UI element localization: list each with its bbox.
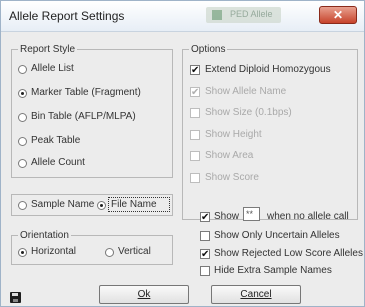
checkbox-extend-diploid[interactable]: ✔ bbox=[190, 65, 200, 76]
checkbox-extend-diploid-label[interactable]: Extend Diploid Homozygous bbox=[205, 64, 331, 76]
cancel-button-label: Cancel bbox=[240, 289, 272, 300]
radio-allele-count-label[interactable]: Allele Count bbox=[31, 157, 85, 169]
radio-peak-table[interactable] bbox=[18, 137, 27, 146]
checkbox-show-height bbox=[190, 130, 200, 140]
close-button[interactable]: ✕ bbox=[319, 6, 357, 24]
orientation-legend: Orientation bbox=[18, 230, 71, 241]
checkbox-only-uncertain[interactable] bbox=[200, 231, 210, 241]
allele-report-settings-dialog: Allele Report Settings PED Allele ✕ Repo… bbox=[0, 0, 365, 307]
radio-vertical-label[interactable]: Vertical bbox=[118, 246, 151, 258]
checkbox-rejected-low-score[interactable]: ✔ bbox=[200, 249, 210, 260]
report-style-legend: Report Style bbox=[18, 44, 78, 55]
options-legend: Options bbox=[189, 44, 228, 55]
checkbox-only-uncertain-label[interactable]: Show Only Uncertain Alleles bbox=[214, 230, 340, 242]
cancel-button[interactable]: Cancel bbox=[211, 285, 301, 304]
no-call-text-input[interactable]: ** bbox=[243, 207, 260, 221]
save-icon[interactable] bbox=[10, 292, 21, 303]
checkbox-show-size-label: Show Size (0.1bps) bbox=[205, 107, 292, 118]
app-icon bbox=[212, 10, 222, 20]
radio-allele-list-label[interactable]: Allele List bbox=[31, 63, 74, 75]
checkbox-show-area bbox=[190, 151, 200, 161]
background-window-title: PED Allele bbox=[206, 7, 281, 23]
checkbox-show-height-label: Show Height bbox=[205, 129, 262, 140]
radio-vertical[interactable] bbox=[105, 248, 114, 257]
radio-bin-table-label[interactable]: Bin Table (AFLP/MLPA) bbox=[31, 111, 136, 123]
radio-marker-table[interactable] bbox=[18, 89, 27, 98]
radio-file-name[interactable] bbox=[97, 201, 106, 210]
radio-bin-table[interactable] bbox=[18, 113, 27, 122]
checkbox-show-allele-name-label: Show Allele Name bbox=[205, 86, 287, 97]
show-no-call-label[interactable]: Show bbox=[214, 211, 239, 223]
radio-sample-name[interactable] bbox=[18, 201, 27, 210]
ok-button[interactable]: Ok bbox=[99, 285, 189, 304]
radio-horizontal[interactable] bbox=[18, 248, 27, 257]
radio-horizontal-label[interactable]: Horizontal bbox=[31, 246, 76, 258]
radio-peak-table-label[interactable]: Peak Table bbox=[31, 135, 80, 147]
checkbox-rejected-low-score-label[interactable]: Show Rejected Low Score Alleles bbox=[214, 248, 363, 260]
radio-allele-list[interactable] bbox=[18, 65, 27, 74]
ok-button-label: Ok bbox=[137, 289, 151, 300]
checkbox-show-size bbox=[190, 108, 200, 118]
checkbox-hide-extra-names[interactable] bbox=[200, 266, 210, 276]
when-no-allele-call-label: when no allele call bbox=[267, 211, 349, 222]
radio-file-name-label[interactable]: File Name bbox=[111, 199, 157, 211]
radio-sample-name-label[interactable]: Sample Name bbox=[31, 199, 94, 211]
checkbox-show-score bbox=[190, 173, 200, 183]
checkbox-show-no-call[interactable]: ✔ bbox=[200, 212, 210, 223]
radio-marker-table-label[interactable]: Marker Table (Fragment) bbox=[31, 87, 141, 99]
checkbox-hide-extra-names-label[interactable]: Hide Extra Sample Names bbox=[214, 265, 332, 277]
checkbox-show-score-label: Show Score bbox=[205, 172, 259, 183]
checkbox-show-allele-name: ✔ bbox=[190, 87, 200, 98]
window-title: Allele Report Settings bbox=[9, 9, 125, 23]
checkbox-show-area-label: Show Area bbox=[205, 150, 254, 161]
title-bar[interactable]: Allele Report Settings PED Allele ✕ bbox=[1, 1, 364, 32]
radio-allele-count[interactable] bbox=[18, 159, 27, 168]
